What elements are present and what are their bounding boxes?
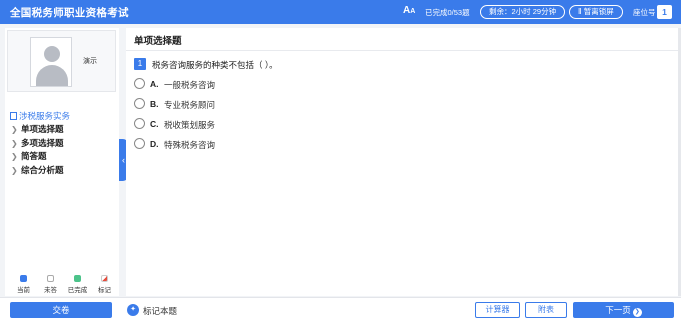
unanswered-swatch <box>47 275 54 282</box>
document-icon <box>10 112 17 120</box>
nav-item-multiple-choice[interactable]: ❯ 多项选择题 <box>11 137 64 151</box>
pause-lock-button[interactable]: Ⅱ 暂离锁屏 <box>569 5 623 19</box>
legend-done: 已完成 <box>64 275 91 294</box>
timer-badge: 剩余：2小时 29分钟 <box>480 5 566 19</box>
option-text: 一般税务咨询 <box>164 80 216 90</box>
option-text: 税收策划服务 <box>164 120 216 130</box>
radio-button[interactable] <box>134 118 145 129</box>
question-type-nav: ❯ 单项选择题 ❯ 多项选择题 ❯ 简答题 ❯ 综合分析题 <box>11 123 64 177</box>
legend-current: 当前 <box>10 275 37 294</box>
radio-button[interactable] <box>134 78 145 89</box>
question-number-badge: 1 <box>134 58 146 70</box>
next-page-button[interactable]: 下一页 ❯ <box>573 302 674 318</box>
font-size-icon[interactable]: AA <box>403 5 415 16</box>
chevron-left-icon: ‹ <box>122 155 125 165</box>
avatar-body-icon <box>36 65 68 86</box>
question-panel: 单项选择题 1 税务咨询服务的种类不包括（ ）。 A. 一般税务咨询 B. 专业… <box>126 28 679 296</box>
radio-button[interactable] <box>134 98 145 109</box>
top-bar: 全国税务师职业资格考试 AA 已完成0/53题 剩余：2小时 29分钟 Ⅱ 暂离… <box>0 0 681 24</box>
nav-item-short-answer[interactable]: ❯ 简答题 <box>11 150 64 164</box>
question-type-title: 单项选择题 <box>134 36 182 47</box>
avatar <box>30 37 72 87</box>
status-legend: 当前 未答 已完成 标记 <box>10 275 118 295</box>
chevron-right-icon: ❯ <box>11 125 18 134</box>
app-title: 全国税务师职业资格考试 <box>10 7 129 19</box>
bottom-toolbar: 交卷 ✦ 标记本题 计算器 附表 下一页 ❯ <box>0 297 681 321</box>
seat-label: 座位号 <box>633 8 656 17</box>
question-stem: 税务咨询服务的种类不包括（ ）。 <box>152 60 278 70</box>
submit-exam-button[interactable]: 交卷 <box>10 302 112 318</box>
sidebar: 演示 涉税服务实务 ❯ 单项选择题 ❯ 多项选择题 ❯ 简答题 ❯ 综合分析题 当前 未… <box>5 28 119 296</box>
done-swatch <box>74 275 81 282</box>
pin-icon: ✦ <box>127 304 139 316</box>
seat-number: 1 <box>657 5 672 19</box>
arrow-right-icon: ❯ <box>632 308 642 317</box>
legend-unanswered: 未答 <box>37 275 64 294</box>
option-text: 特殊税务咨询 <box>164 140 216 150</box>
flag-icon <box>101 275 108 282</box>
option-letter: D. <box>150 139 159 149</box>
mark-question-label: 标记本题 <box>143 306 178 316</box>
divider <box>126 50 679 51</box>
appendix-button[interactable]: 附表 <box>525 302 567 318</box>
section-title[interactable]: 涉税服务实务 <box>10 110 70 122</box>
current-swatch <box>20 275 27 282</box>
chevron-right-icon: ❯ <box>11 165 18 175</box>
legend-marked: 标记 <box>91 275 118 294</box>
progress-text: 已完成0/53题 <box>425 8 470 17</box>
chevron-right-icon: ❯ <box>11 152 18 161</box>
chevron-right-icon: ❯ <box>11 138 18 148</box>
candidate-card: 演示 <box>7 30 116 92</box>
calculator-button[interactable]: 计算器 <box>475 302 520 318</box>
candidate-name: 演示 <box>83 58 97 65</box>
avatar-head-icon <box>44 46 60 62</box>
nav-item-comprehensive[interactable]: ❯ 综合分析题 <box>11 164 64 178</box>
option-letter: C. <box>150 119 159 129</box>
option-letter: B. <box>150 99 159 109</box>
radio-button[interactable] <box>134 138 145 149</box>
option-letter: A. <box>150 79 159 89</box>
nav-item-single-choice[interactable]: ❯ 单项选择题 <box>11 123 64 137</box>
option-text: 专业税务顾问 <box>164 100 216 110</box>
